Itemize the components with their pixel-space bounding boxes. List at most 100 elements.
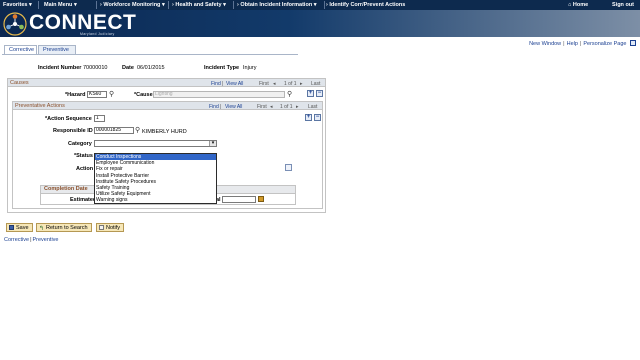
favorites-label: Favorites (3, 2, 28, 8)
hazard-lookup-icon[interactable]: ⚲ (109, 90, 114, 98)
return-button-label: Return to Search (46, 225, 88, 231)
new-window-link[interactable]: New Window (529, 41, 561, 47)
causes-next-icon[interactable]: ▸ (300, 81, 303, 87)
nav-divider (233, 1, 234, 9)
logo-subtitle: Maryland Judiciary (80, 32, 115, 36)
utility-links: New Window | Help | Personalize Page (529, 40, 636, 47)
preventive-link[interactable]: Preventive (33, 237, 59, 243)
page-options-icon[interactable] (630, 40, 636, 46)
top-navigation-bar: Favorites ▾ Main Menu ▾ › Workforce Moni… (0, 0, 640, 10)
completion-date-title: Completion Date (44, 186, 88, 192)
save-icon (9, 225, 14, 230)
causes-view-all-link[interactable]: View All (226, 81, 243, 87)
breadcrumb-label: Workforce Monitoring (103, 2, 161, 8)
home-label: Home (572, 2, 589, 8)
calendar-icon[interactable] (258, 196, 264, 202)
action-sequence-field[interactable]: 1 (94, 115, 105, 122)
home-link[interactable]: ⌂ Home (568, 2, 588, 8)
breadcrumb-health-safety[interactable]: › Health and Safety ▾ (172, 2, 226, 8)
hazard-field[interactable]: KS60 (87, 91, 107, 98)
incident-type-value: Injury (243, 65, 257, 71)
category-select[interactable] (94, 140, 217, 147)
expand-textarea-icon[interactable] (285, 164, 292, 171)
tab-divider (2, 54, 298, 55)
causes-last[interactable]: Last (311, 81, 320, 87)
header-banner: CONNECT Maryland Judiciary (0, 10, 640, 37)
nav-divider (96, 1, 97, 9)
breadcrumb-identify[interactable]: › Identify Corr/Prevent Actions (326, 2, 405, 8)
add-action-button[interactable]: + (305, 114, 312, 121)
main-menu-label: Main Menu (44, 2, 73, 8)
chevron-down-icon: ▾ (223, 2, 226, 8)
personalize-page-link[interactable]: Personalize Page (583, 41, 626, 47)
add-cause-button[interactable]: + (307, 90, 314, 97)
breadcrumb-workforce[interactable]: › Workforce Monitoring ▾ (100, 2, 165, 8)
home-icon: ⌂ (568, 2, 572, 8)
tab-corrective[interactable]: Corrective (4, 45, 37, 54)
chevron-right-icon: › (172, 2, 174, 8)
breadcrumb-obtain-info[interactable]: › Obtain Incident Information ▾ (237, 2, 316, 8)
separator: | (220, 104, 222, 110)
causes-first[interactable]: First (259, 81, 269, 87)
chevron-down-icon: ▾ (313, 2, 317, 8)
breadcrumb-label: Health and Safety (175, 2, 222, 8)
actions-find-link[interactable]: Find (209, 104, 219, 110)
incident-number-value: 70000010 (83, 65, 108, 71)
bottom-tab-links: Corrective|Preventive (4, 237, 59, 243)
save-button[interactable]: Save (6, 223, 33, 232)
responsible-id-field[interactable]: 000001825 (94, 127, 134, 134)
chevron-down-icon: ▾ (73, 2, 77, 8)
remove-cause-button[interactable]: − (316, 90, 323, 97)
actions-view-all-link[interactable]: View All (225, 104, 242, 110)
main-menu[interactable]: Main Menu ▾ (44, 2, 77, 8)
return-arrow-icon: ↰ (39, 226, 45, 232)
separator: | (222, 81, 224, 87)
category-dropdown-list[interactable]: Conduct Inspections Employee Communicati… (94, 153, 217, 204)
nav-divider (38, 1, 39, 9)
responsible-lookup-icon[interactable]: ⚲ (135, 126, 140, 134)
incident-number-label: Incident Number (38, 65, 82, 71)
causes-header (8, 79, 325, 87)
actions-next-icon[interactable]: ▸ (296, 104, 299, 110)
causes-prev-icon[interactable]: ◂ (273, 81, 276, 87)
action-label: Action (76, 166, 94, 172)
chevron-right-icon: › (237, 2, 239, 8)
action-sequence-label: *Action Sequence (45, 116, 92, 122)
incident-date-label: Date (122, 65, 134, 71)
sign-out-link[interactable]: Sign out (612, 2, 634, 8)
chevron-down-icon: ▾ (161, 2, 165, 8)
actions-row-count: 1 of 1 (280, 104, 293, 110)
remove-action-button[interactable]: − (314, 114, 321, 121)
notify-button[interactable]: Notify (96, 223, 125, 232)
incident-date-value: 06/01/2015 (137, 65, 165, 71)
cause-label: *Cause (134, 92, 153, 98)
responsible-id-label: Responsible ID (53, 128, 93, 134)
actions-first[interactable]: First (257, 104, 267, 110)
category-option[interactable]: Warning signs (95, 197, 216, 203)
causes-find-link[interactable]: Find (211, 81, 221, 87)
tab-preventive[interactable]: Preventive (38, 45, 76, 54)
corrective-link[interactable]: Corrective (4, 237, 29, 243)
help-link[interactable]: Help (567, 41, 578, 47)
actions-prev-icon[interactable]: ◂ (270, 104, 273, 110)
return-to-search-button[interactable]: ↰ Return to Search (36, 223, 92, 232)
actions-last[interactable]: Last (308, 104, 317, 110)
nav-divider (324, 1, 325, 9)
hazard-label: *Hazard (65, 92, 86, 98)
envelope-icon (99, 225, 104, 230)
save-button-label: Save (16, 225, 29, 231)
chevron-right-icon: › (100, 2, 102, 8)
cause-field[interactable]: Lighting (153, 91, 285, 98)
cause-lookup-icon[interactable]: ⚲ (287, 90, 292, 98)
breadcrumb-label: Identify Corr/Prevent Actions (329, 2, 406, 8)
status-label: *Status (74, 153, 93, 159)
notify-button-label: Notify (106, 225, 121, 231)
category-label: Category (68, 141, 92, 147)
actual-date-field[interactable] (222, 196, 256, 203)
preventative-actions-title: Preventative Actions (15, 103, 65, 109)
chevron-down-icon[interactable]: ▾ (209, 141, 216, 146)
nav-divider (168, 1, 169, 9)
causes-title: Causes (10, 80, 29, 86)
favorites-menu[interactable]: Favorites ▾ (3, 2, 32, 8)
estimated-date-label: Estimated (70, 197, 97, 203)
